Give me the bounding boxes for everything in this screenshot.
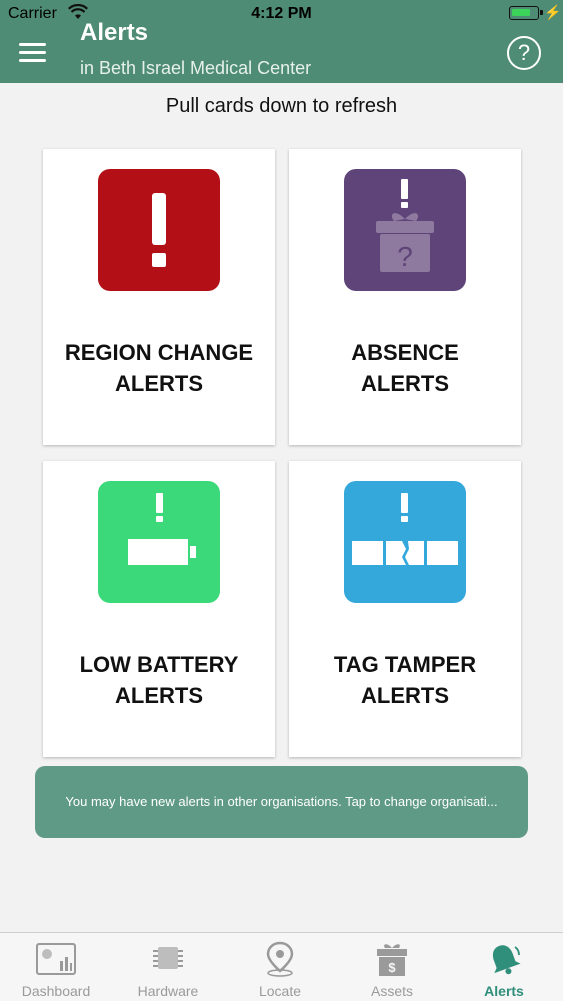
card-title: TAG TAMPER [333,652,477,677]
help-icon[interactable]: ? [507,36,541,70]
tab-assets[interactable]: $ Assets [336,933,448,1001]
location-pin-icon [266,941,294,977]
charging-bolt-icon: ⚡ [544,4,562,20]
tag-tamper-alerts-card[interactable]: TAG TAMPER ALERTS [289,461,521,757]
card-title: REGION CHANGE [64,340,254,365]
card-title: ABSENCE [351,340,459,365]
tab-dashboard[interactable]: Dashboard [0,933,112,1001]
tab-bar: Dashboard Hardware Locate $ Assets Alert… [0,932,563,1001]
absence-alerts-card[interactable]: ? ABSENCE ALERTS [289,149,521,445]
organisation-alert-banner[interactable]: You may have new alerts in other organis… [35,766,528,838]
app-header: Alerts in Beth Israel Medical Center ? [0,19,563,83]
exclamation-icon [98,169,220,291]
asset-gift-icon: $ [377,944,407,976]
gift-box-question-icon: ? [344,169,466,291]
card-subtitle: ALERTS [115,683,203,708]
tab-label: Assets [370,983,413,999]
dashboard-icon [36,943,76,975]
card-subtitle: ALERTS [361,683,449,708]
organisation-subtitle: in Beth Israel Medical Center [80,58,312,78]
card-title: LOW BATTERY [79,652,239,677]
svg-text:?: ? [397,241,413,272]
tab-locate[interactable]: Locate [224,933,336,1001]
battery-icon [509,6,543,20]
bell-icon [492,945,521,975]
broken-tag-icon [344,481,466,603]
refresh-hint: Pull cards down to refresh [165,95,398,117]
card-subtitle: ALERTS [361,371,449,396]
region-change-alerts-card[interactable]: REGION CHANGE ALERTS [43,149,275,445]
tab-hardware[interactable]: Hardware [112,933,224,1001]
tab-label: Hardware [137,983,199,999]
chip-icon [153,947,183,969]
tab-alerts[interactable]: Alerts [448,933,560,1001]
low-battery-icon [98,481,220,603]
tab-label: Locate [258,983,302,999]
tab-label: Alerts [484,983,524,999]
low-battery-alerts-card[interactable]: LOW BATTERY ALERTS [43,461,275,757]
card-subtitle: ALERTS [115,371,203,396]
page-title: Alerts [80,19,149,46]
tab-label: Dashboard [21,983,91,999]
menu-icon[interactable] [19,43,46,63]
svg-text:$: $ [388,960,396,975]
